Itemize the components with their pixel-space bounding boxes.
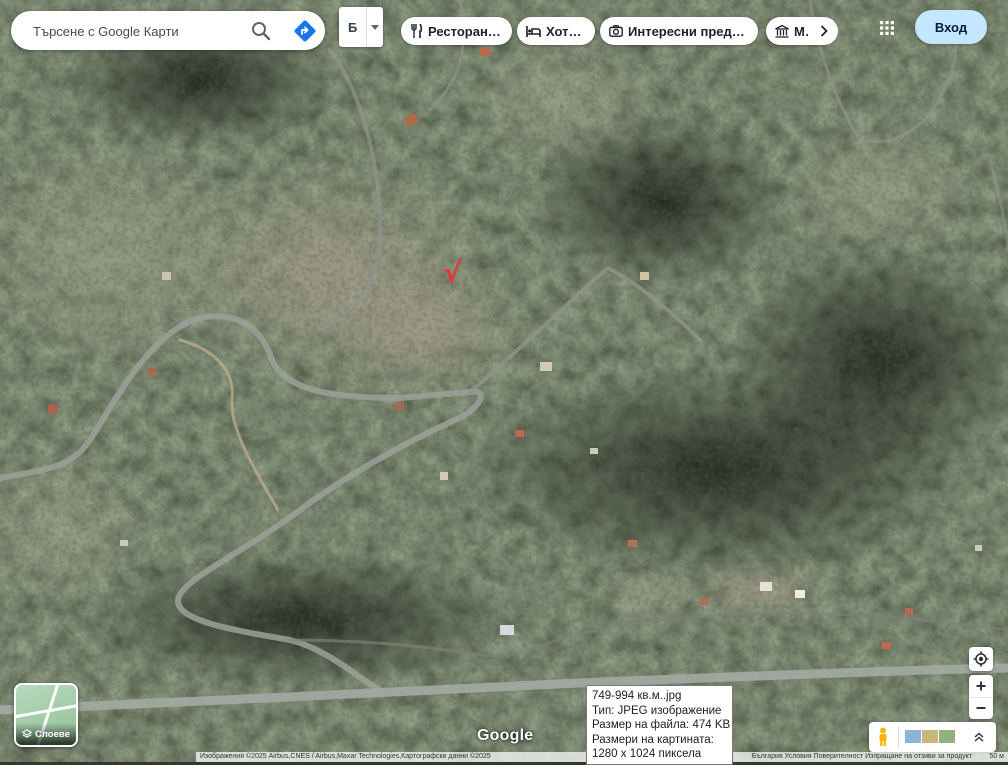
my-location-button[interactable] — [969, 647, 993, 671]
tooltip-dimensions-value: 1280 x 1024 пиксела — [592, 748, 702, 761]
chip-attractions[interactable]: Интересни предло... — [600, 17, 758, 45]
layers-label: Слоеве — [35, 728, 70, 740]
search-box[interactable] — [11, 11, 325, 52]
zoom-in-button[interactable] — [969, 675, 993, 698]
pegman-icon[interactable] — [876, 727, 890, 752]
chevron-right-icon — [820, 25, 828, 37]
search-icon[interactable] — [249, 19, 273, 43]
input-language-widget[interactable]: Б — [339, 7, 383, 47]
chip-hotels[interactable]: Хотели — [517, 17, 595, 45]
bottom-tools-bar — [869, 722, 996, 752]
plus-icon — [976, 681, 986, 691]
camera-icon — [609, 25, 623, 37]
chip-label: Интересни предло... — [628, 23, 748, 39]
crosshair-icon — [973, 651, 989, 667]
chip-label: Муз — [794, 23, 808, 39]
fork-knife-icon — [411, 24, 423, 38]
chevron-down-icon[interactable] — [367, 7, 383, 47]
view-thumb — [939, 730, 955, 743]
zoom-control — [969, 675, 993, 719]
google-apps-button[interactable] — [873, 14, 901, 42]
chip-restaurants[interactable]: Ресторанти — [401, 17, 512, 45]
tooltip-filename: 749-994 кв.м..jpg — [592, 690, 682, 702]
minus-icon — [976, 707, 986, 709]
divider — [898, 726, 899, 748]
zoom-out-button[interactable] — [969, 697, 993, 719]
layers-icon — [22, 729, 32, 738]
chips-scroll-right-button[interactable] — [810, 17, 838, 45]
view-thumb — [922, 730, 938, 743]
museum-icon — [775, 24, 789, 38]
chip-label: Хотели — [546, 23, 585, 39]
input-language-label[interactable]: Б — [339, 7, 368, 47]
attribution-text: Изображения ©2025 Airbus,CNES / Airbus,M… — [200, 753, 491, 760]
file-info-tooltip: 749-994 кв.м..jpg Тип: JPEG изображение … — [586, 685, 733, 765]
satellite-map[interactable]: √ — [0, 0, 1008, 762]
chevron-up-icon[interactable] — [969, 727, 989, 747]
tooltip-size: Размер на файла: 474 KB — [592, 719, 731, 732]
attribution-links[interactable]: България Условия Поверителност Изпращане… — [752, 752, 972, 762]
red-check-annotation: √ — [443, 256, 462, 289]
view-thumb — [905, 730, 921, 743]
sign-in-button[interactable]: Вход — [915, 10, 987, 44]
scale-label: 50 м — [989, 753, 1004, 760]
google-logo: Google — [477, 727, 534, 744]
layers-caption: Слоеве — [16, 723, 76, 745]
map-view-thumbnails[interactable] — [905, 730, 955, 743]
layers-button[interactable]: Слоеве — [14, 683, 78, 747]
apps-grid-icon — [880, 21, 894, 35]
chip-label: Ресторанти — [428, 23, 502, 39]
tooltip-type: Тип: JPEG изображение — [592, 704, 722, 717]
directions-icon[interactable] — [292, 18, 318, 44]
search-input[interactable] — [31, 11, 245, 52]
tooltip-dimensions-label: Размери на картината: — [592, 733, 714, 746]
bed-icon — [526, 25, 541, 37]
